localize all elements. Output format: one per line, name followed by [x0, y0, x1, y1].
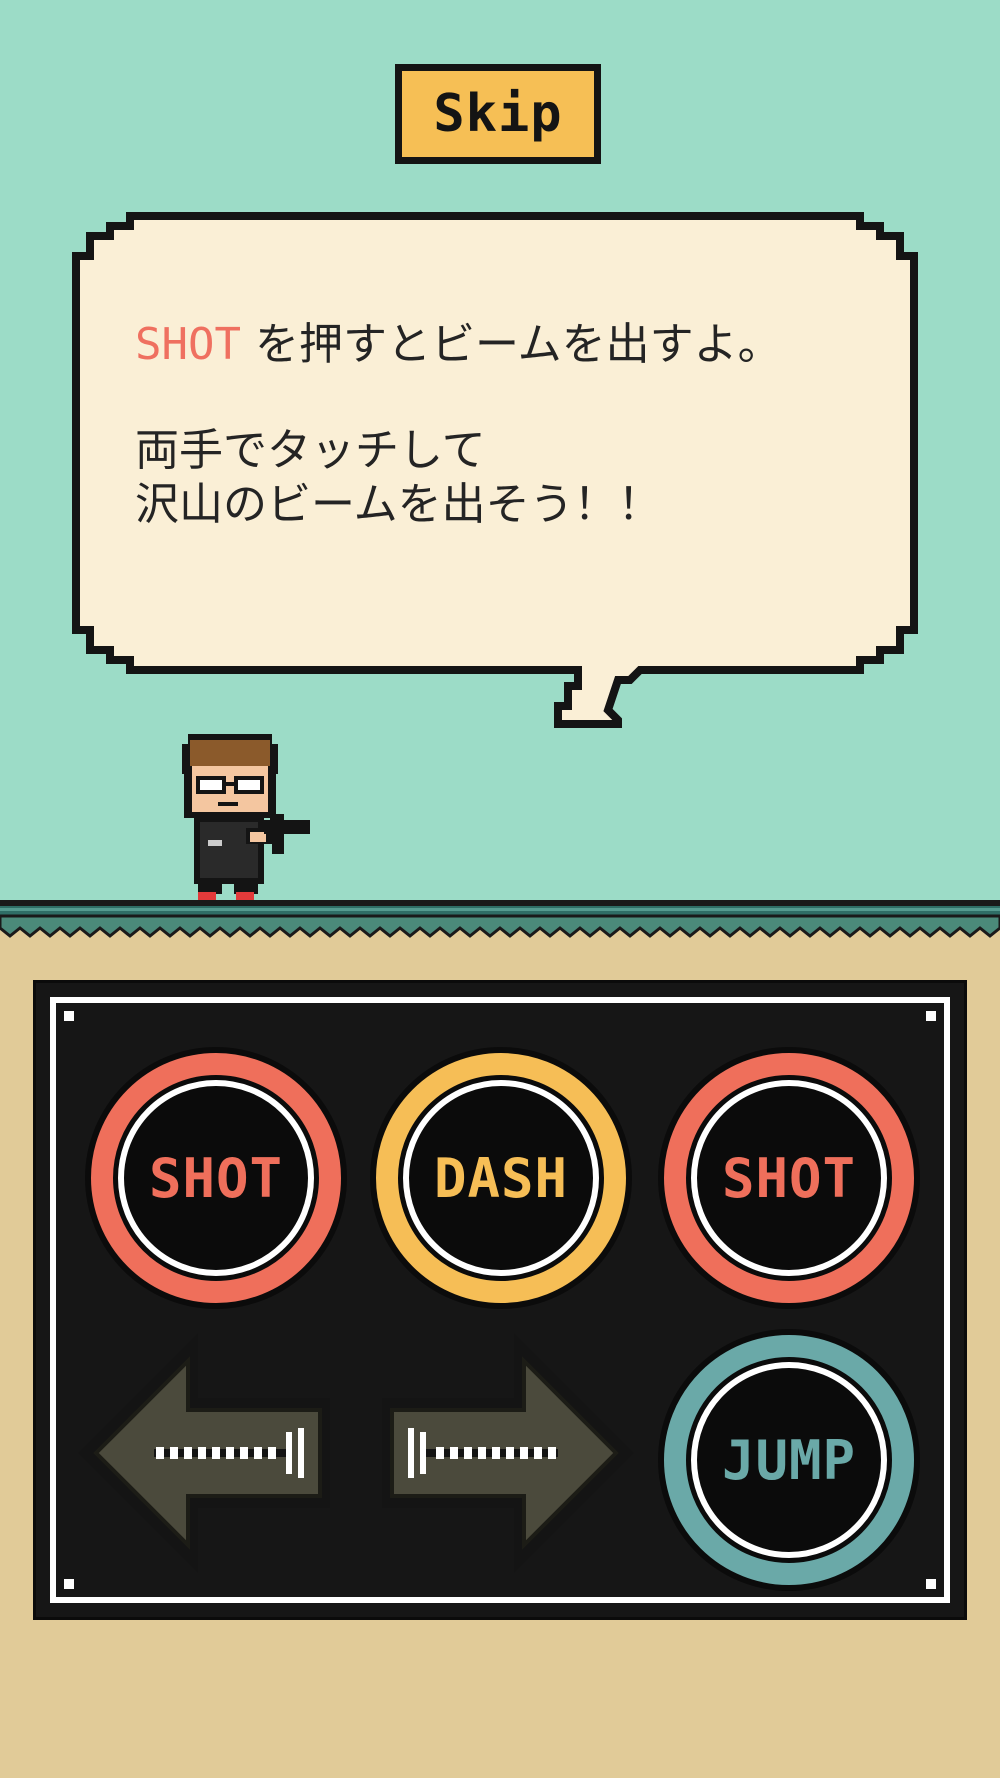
jump-button[interactable]: JUMP: [664, 1335, 914, 1585]
skip-button[interactable]: Skip: [395, 64, 601, 164]
left-arrow-icon[interactable]: [76, 1328, 336, 1578]
panel-corner-dot: [64, 1011, 74, 1021]
dialog-highlight: SHOT: [135, 319, 241, 370]
panel-corner-dot: [64, 1579, 74, 1589]
shot-right-label: SHOT: [691, 1080, 887, 1276]
dash-button[interactable]: DASH: [376, 1053, 626, 1303]
panel-corner-dot: [926, 1011, 936, 1021]
shot-left-button[interactable]: SHOT: [91, 1053, 341, 1303]
shot-right-button[interactable]: SHOT: [664, 1053, 914, 1303]
grass-strip: [0, 906, 1000, 938]
jump-label: JUMP: [691, 1362, 887, 1558]
right-arrow-icon[interactable]: [376, 1328, 636, 1578]
dash-label: DASH: [403, 1080, 599, 1276]
dialog-line-3: 沢山のビームを出そう！！: [135, 479, 662, 530]
dialog-line-1: SHOT を押すとビームを出すよ。: [135, 318, 915, 372]
dialog-line-1-rest: を押すとビームを出すよ。: [240, 319, 782, 370]
dialog-line-2: 両手でタッチして: [135, 425, 486, 476]
control-panel: SHOT DASH SHOT JUMP: [33, 980, 967, 1620]
dialog-text: SHOT を押すとビームを出すよ。 両手でタッチして 沢山のビームを出そう！！: [135, 318, 915, 532]
panel-corner-dot: [926, 1579, 936, 1589]
shot-left-label: SHOT: [118, 1080, 314, 1276]
player-character: [182, 734, 310, 900]
